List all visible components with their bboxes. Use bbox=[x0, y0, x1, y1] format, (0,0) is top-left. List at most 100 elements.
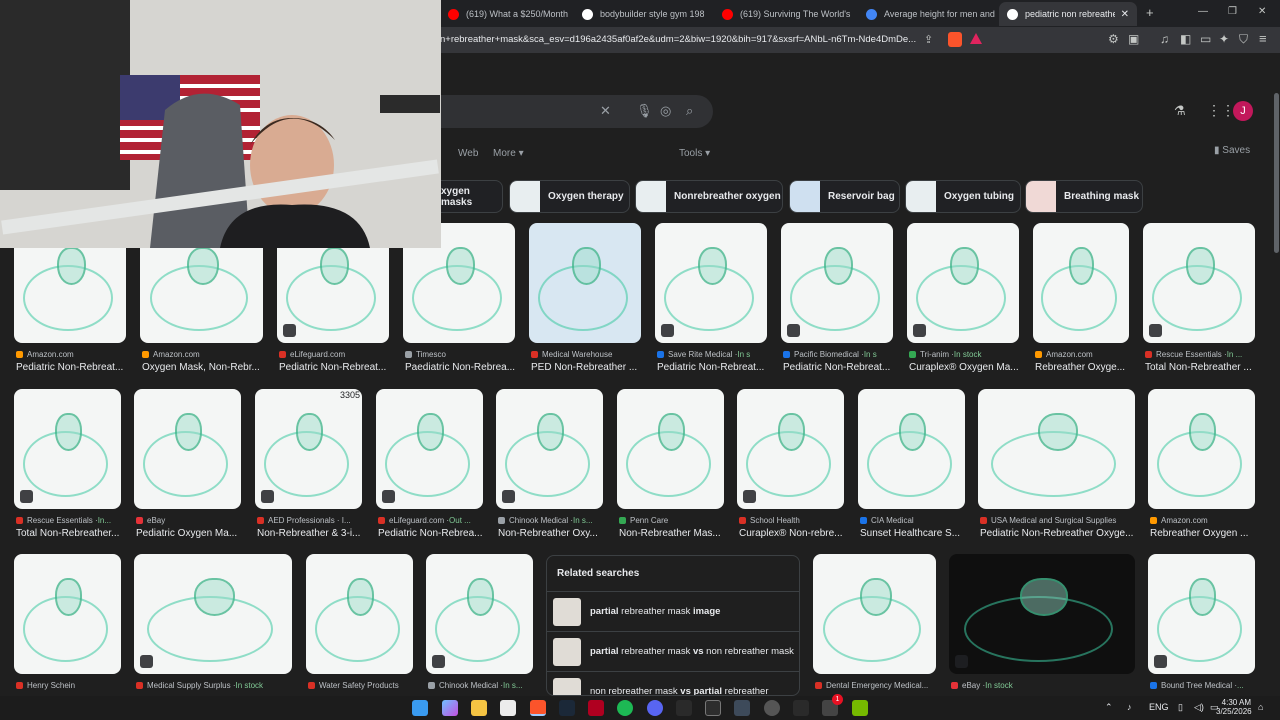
volume-icon[interactable]: ◁) bbox=[1194, 702, 1204, 713]
microphone-icon[interactable]: ♪ bbox=[1127, 702, 1132, 712]
store-icon[interactable] bbox=[500, 700, 516, 716]
result-title[interactable]: Sunset Healthcare S... bbox=[860, 528, 975, 539]
wallet-icon[interactable]: ▭ bbox=[1200, 32, 1211, 46]
image-result-card[interactable]: 3305 AED Professionals · I... Non-Rebreath… bbox=[255, 389, 362, 551]
network-icon[interactable]: ▯ bbox=[1178, 702, 1183, 713]
result-source[interactable]: Amazon.com bbox=[142, 350, 273, 359]
result-thumbnail[interactable] bbox=[781, 223, 893, 343]
avatar[interactable]: J bbox=[1233, 101, 1253, 121]
image-result-card[interactable]: Rescue Essentials · In... Total Non-Rebre… bbox=[14, 389, 121, 551]
copilot-icon[interactable] bbox=[442, 700, 458, 716]
image-result-card[interactable]: Amazon.com Rebreather Oxyge... bbox=[1033, 223, 1129, 385]
result-source[interactable]: AED Professionals · I... bbox=[257, 516, 372, 525]
search-input[interactable]: ✕ 🎙 ◎ ⌕ bbox=[440, 95, 713, 128]
image-result-card[interactable]: School Health Curaplex® Non-rebre... bbox=[737, 389, 844, 551]
image-result-card[interactable]: Water Safety Products bbox=[306, 554, 413, 696]
result-source[interactable]: USA Medical and Surgical Supplies bbox=[980, 516, 1145, 525]
result-title[interactable]: Pediatric Non-Rebrea... bbox=[378, 528, 493, 539]
result-title[interactable]: Curaplex® Oxygen Ma... bbox=[909, 362, 1029, 373]
file-explorer-icon[interactable] bbox=[471, 700, 487, 716]
result-thumbnail[interactable] bbox=[978, 389, 1135, 509]
result-source[interactable]: Henry Schein bbox=[16, 681, 131, 690]
labs-icon[interactable]: ⚗ bbox=[1174, 103, 1186, 119]
chip-oxygen-therapy[interactable]: Oxygen therapy bbox=[509, 180, 630, 213]
result-thumbnail[interactable] bbox=[376, 389, 483, 509]
wallet-icon[interactable]: ▣ bbox=[1128, 32, 1139, 46]
chip-reservoir-bag[interactable]: Reservoir bag bbox=[789, 180, 900, 213]
share-icon[interactable]: ⇪ bbox=[924, 33, 933, 46]
sidebar-icon[interactable]: ◧ bbox=[1180, 32, 1191, 46]
related-item[interactable]: partial rebreather mask vs non rebreathe… bbox=[547, 631, 799, 671]
result-thumbnail[interactable] bbox=[134, 389, 241, 509]
leo-icon[interactable]: ✦ bbox=[1219, 32, 1229, 46]
terminal-icon[interactable] bbox=[705, 700, 721, 716]
result-source[interactable]: Bound Tree Medical · ... bbox=[1150, 681, 1265, 690]
brave-shield-icon[interactable] bbox=[948, 32, 962, 47]
result-title[interactable]: Non-Rebreather & 3-i... bbox=[257, 528, 372, 539]
result-title[interactable]: Non-Rebreather Oxy... bbox=[498, 528, 613, 539]
tab-surviving[interactable]: (619) Surviving The World's M bbox=[714, 2, 852, 26]
result-source[interactable]: Penn Care bbox=[619, 516, 734, 525]
image-result-card[interactable]: eLifeguard.com · Out ... Pediatric Non-Re… bbox=[376, 389, 483, 551]
page-scrollbar[interactable] bbox=[1274, 93, 1279, 253]
spotify-icon[interactable] bbox=[617, 700, 633, 716]
result-title[interactable]: Total Non-Rebreather... bbox=[16, 528, 131, 539]
language-indicator[interactable]: ENG bbox=[1149, 702, 1169, 712]
result-thumbnail[interactable] bbox=[14, 389, 121, 509]
result-thumbnail[interactable] bbox=[496, 389, 603, 509]
brave-icon[interactable] bbox=[530, 700, 546, 716]
calculator-icon[interactable] bbox=[734, 700, 750, 716]
steam-icon[interactable] bbox=[559, 700, 575, 716]
result-thumbnail[interactable] bbox=[14, 554, 121, 674]
result-title[interactable]: Pediatric Non-Rebreather Oxyge... bbox=[980, 528, 1145, 539]
notification-bell-icon[interactable]: ⌂ bbox=[1258, 702, 1263, 712]
result-title[interactable]: Pediatric Oxygen Ma... bbox=[136, 528, 251, 539]
result-source[interactable]: CIA Medical bbox=[860, 516, 975, 525]
image-result-card[interactable]: Chinook Medical · In s... bbox=[426, 554, 533, 696]
minimize-button[interactable]: — bbox=[1198, 6, 1208, 17]
chip-breathing-mask[interactable]: Breathing mask bbox=[1025, 180, 1143, 213]
result-source[interactable]: School Health bbox=[739, 516, 854, 525]
result-title[interactable]: Pediatric Non-Rebreat... bbox=[279, 362, 399, 373]
result-source[interactable]: eBay · In stock bbox=[951, 681, 1145, 690]
result-source[interactable]: Timesco bbox=[405, 350, 525, 359]
result-thumbnail[interactable] bbox=[306, 554, 413, 674]
result-source[interactable]: Chinook Medical · In s... bbox=[498, 516, 613, 525]
result-thumbnail[interactable] bbox=[1148, 389, 1255, 509]
image-result-card[interactable]: Bound Tree Medical · ... bbox=[1148, 554, 1255, 696]
result-thumbnail[interactable] bbox=[907, 223, 1019, 343]
image-result-card[interactable]: eBay Pediatric Oxygen Ma... bbox=[134, 389, 241, 551]
result-title[interactable]: Rebreather Oxygen ... bbox=[1150, 528, 1265, 539]
chip-oxygen-tubing[interactable]: Oxygen tubing bbox=[905, 180, 1021, 213]
clock[interactable]: 4:30 AM 3/25/2026 bbox=[1216, 698, 1252, 716]
result-thumbnail[interactable] bbox=[949, 554, 1135, 674]
chip-nonrebreather-oxygen[interactable]: Nonrebreather oxygen bbox=[635, 180, 783, 213]
result-source[interactable]: Tri-anim · In stock bbox=[909, 350, 1029, 359]
nav-more[interactable]: More ▾ bbox=[493, 148, 524, 159]
image-result-card[interactable]: Dental Emergency Medical... bbox=[813, 554, 936, 696]
result-thumbnail[interactable] bbox=[813, 554, 936, 674]
microphone-icon[interactable]: 🎙 bbox=[636, 103, 653, 119]
image-result-card[interactable]: Medical Warehouse PED Non-Rebreather ... bbox=[529, 223, 641, 385]
result-source[interactable]: Rescue Essentials · In... bbox=[16, 516, 131, 525]
result-source[interactable]: Chinook Medical · In s... bbox=[428, 681, 543, 690]
result-thumbnail[interactable] bbox=[737, 389, 844, 509]
brave-rewards-icon[interactable] bbox=[970, 33, 982, 44]
result-title[interactable]: Non-Rebreather Mas... bbox=[619, 528, 734, 539]
result-title[interactable]: Rebreather Oxyge... bbox=[1035, 362, 1139, 373]
extensions-icon[interactable]: ⚙ bbox=[1108, 32, 1119, 46]
result-source[interactable]: eBay bbox=[136, 516, 251, 525]
result-thumbnail[interactable]: 3305 bbox=[255, 389, 362, 509]
result-source[interactable]: Amazon.com bbox=[1035, 350, 1139, 359]
clear-search-icon[interactable]: ✕ bbox=[600, 103, 611, 119]
discord-icon[interactable] bbox=[647, 700, 663, 716]
vpn-icon[interactable]: ⛉ bbox=[1239, 32, 1248, 47]
result-thumbnail[interactable] bbox=[134, 554, 292, 674]
result-source[interactable]: Water Safety Products bbox=[308, 681, 423, 690]
result-title[interactable]: Curaplex® Non-rebre... bbox=[739, 528, 854, 539]
result-title[interactable]: Paediatric Non-Rebrea... bbox=[405, 362, 525, 373]
result-source[interactable]: Pacific Biomedical · In s bbox=[783, 350, 903, 359]
nvidia-icon[interactable] bbox=[852, 700, 868, 716]
obs-icon[interactable]: 1 bbox=[822, 694, 843, 716]
result-source[interactable]: eLifeguard.com · Out ... bbox=[378, 516, 493, 525]
